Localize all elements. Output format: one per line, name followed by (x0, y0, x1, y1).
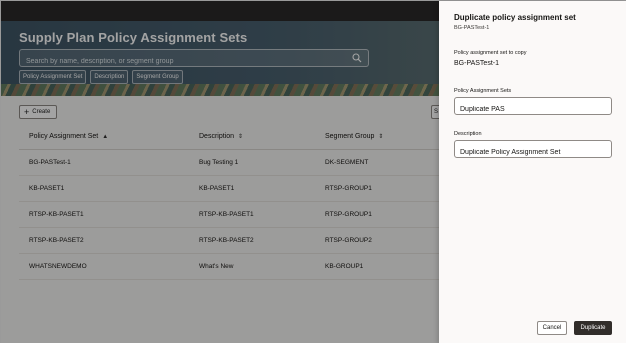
assignment-sets-input[interactable] (455, 101, 611, 118)
cell-policy-assignment-set: RTSP-KB-PASET2 (19, 227, 189, 254)
cell-description: RTSP-KB-PASET1 (189, 201, 315, 228)
duplicate-drawer: Duplicate policy assignment set BG-PASTe… (439, 1, 626, 343)
description-field (454, 140, 612, 161)
filter-chip-segment-group[interactable]: Segment Group (132, 70, 183, 84)
create-button-label: Create (32, 109, 51, 115)
cell-policy-assignment-set: WHATSNEWDEMO (19, 253, 189, 280)
cell-segment-group: RTSP-GROUP1 (315, 201, 439, 228)
filter-chip-description[interactable]: Description (90, 70, 129, 84)
search-input[interactable] (20, 53, 340, 70)
cell-policy-assignment-set: BG-PASTest-1 (19, 149, 189, 176)
cell-description: Bug Testing 1 (189, 149, 315, 176)
column-header-label: Description (199, 133, 235, 141)
policy-assignment-table: Policy Assignment Set ▲ Description ⇕ Segm… (19, 125, 439, 280)
description-label: Description (454, 131, 482, 137)
search-icon[interactable] (352, 53, 362, 63)
search-box (19, 49, 369, 70)
table-row[interactable]: WHATSNEWDEMO What's New KB-GROUP1 (19, 253, 439, 280)
drawer-title: Duplicate policy assignment set (454, 13, 576, 22)
copy-source-label: Policy assignment set to copy (454, 50, 527, 56)
cell-policy-assignment-set: RTSP-KB-PASET1 (19, 201, 189, 228)
table-row[interactable]: RTSP-KB-PASET2 RTSP-KB-PASET2 RTSP-GROUP… (19, 227, 439, 254)
filter-chip-policy-assignment-set[interactable]: Policy Assignment Set (19, 70, 87, 84)
sort-ascending-icon[interactable]: ▲ (102, 134, 108, 140)
cell-segment-group: RTSP-GROUP1 (315, 175, 439, 202)
filter-chips: Policy Assignment Set Description Segmen… (19, 70, 183, 84)
assignment-sets-field (454, 97, 612, 118)
duplicate-button[interactable]: Duplicate (574, 321, 612, 335)
copy-source-value: BG-PASTest-1 (454, 60, 499, 67)
sort-icon[interactable]: ⇕ (378, 134, 383, 140)
drawer-subtitle: BG-PASTest-1 (454, 25, 490, 31)
plus-icon: + (24, 106, 30, 117)
column-header-label: Policy Assignment Set (29, 133, 99, 141)
column-header-policy-assignment-set[interactable]: Policy Assignment Set ▲ (19, 125, 189, 150)
cell-description: KB-PASET1 (189, 175, 315, 202)
column-header-description[interactable]: Description ⇕ (189, 125, 315, 150)
cell-policy-assignment-set: KB-PASET1 (19, 175, 189, 202)
column-header-segment-group[interactable]: Segment Group ⇕ (315, 125, 439, 150)
cell-description: RTSP-KB-PASET2 (189, 227, 315, 254)
table-row[interactable]: BG-PASTest-1 Bug Testing 1 DK-SEGMENT (19, 149, 439, 176)
assignment-sets-label: Policy Assignment Sets (454, 88, 512, 94)
cell-description: What's New (189, 253, 315, 280)
sort-icon[interactable]: ⇕ (238, 134, 243, 140)
create-button[interactable]: + Create (19, 105, 57, 119)
table-row[interactable]: RTSP-KB-PASET1 RTSP-KB-PASET1 RTSP-GROUP… (19, 201, 439, 228)
cell-segment-group: RTSP-GROUP2 (315, 227, 439, 254)
page-title: Supply Plan Policy Assignment Sets (19, 30, 248, 45)
cell-segment-group: DK-SEGMENT (315, 149, 439, 176)
table-row[interactable]: KB-PASET1 KB-PASET1 RTSP-GROUP1 (19, 175, 439, 202)
description-input[interactable] (455, 144, 611, 161)
cell-segment-group: KB-GROUP1 (315, 253, 439, 280)
column-header-label: Segment Group (325, 133, 375, 141)
cancel-button[interactable]: Cancel (537, 321, 567, 335)
